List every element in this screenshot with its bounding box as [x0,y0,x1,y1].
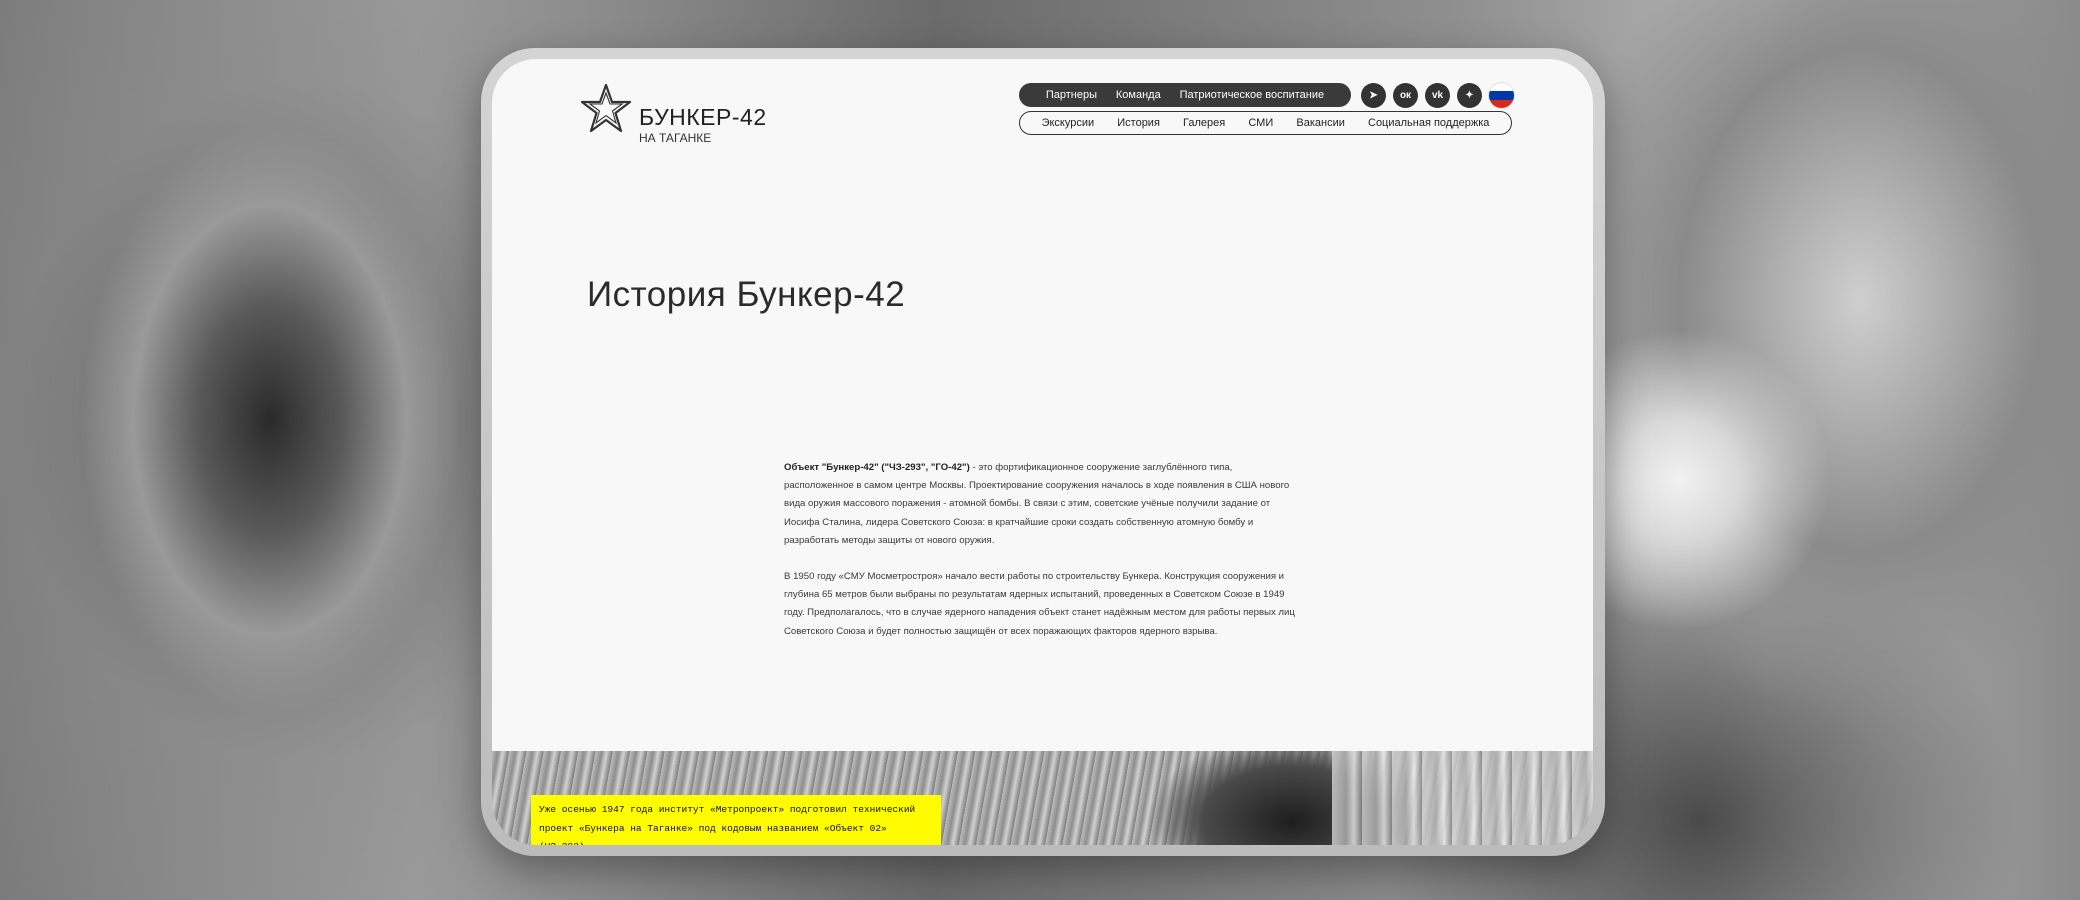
vk-icon[interactable]: vk [1425,83,1450,108]
photo-detail [1332,751,1593,845]
social-links: ➤ ок vk ✦ [1361,83,1514,108]
nav-social-support[interactable]: Социальная поддержка [1368,117,1489,129]
article-lead: Объект "Бункер-42" ("ЧЗ-293", "ГО-42") [784,462,970,473]
nav-media[interactable]: СМИ [1248,117,1273,129]
device-frame: БУНКЕР-42 НА ТАГАНКЕ Партнеры Команда Па… [481,48,1605,856]
bunker-photo-banner: Уже осенью 1947 года институт «Метропрое… [492,751,1593,845]
main-nav: Экскурсии История Галерея СМИ Вакансии С… [1019,111,1512,135]
article-paragraph: Объект "Бункер-42" ("ЧЗ-293", "ГО-42") -… [784,459,1304,550]
compass-icon[interactable]: ✦ [1457,83,1482,108]
article-lead-text: - это фортификационное сооружение заглуб… [784,462,1290,546]
website-viewport: БУНКЕР-42 НА ТАГАНКЕ Партнеры Команда Па… [492,59,1593,845]
nav-gallery[interactable]: Галерея [1183,117,1225,129]
nav-history[interactable]: История [1117,117,1160,129]
page-title: История Бункер-42 [587,275,906,314]
russian-flag-icon[interactable] [1489,83,1514,108]
star-logo-icon [580,83,632,133]
telegram-icon[interactable]: ➤ [1361,83,1386,108]
banner-caption: Уже осенью 1947 года институт «Метропрое… [531,795,941,845]
nav-team[interactable]: Команда [1116,89,1161,101]
article-paragraph: В 1950 году «СМУ Мосметростроя» начало в… [784,571,1295,637]
nav-excursions[interactable]: Экскурсии [1042,117,1095,129]
logo-subtitle: НА ТАГАНКЕ [639,131,712,145]
odnoklassniki-icon[interactable]: ок [1393,83,1418,108]
site-logo[interactable]: БУНКЕР-42 НА ТАГАНКЕ [580,83,770,145]
top-nav: Партнеры Команда Патриотическое воспитан… [1019,83,1351,107]
nav-partners[interactable]: Партнеры [1046,89,1097,101]
logo-title: БУНКЕР-42 [639,104,767,130]
nav-patriotic-education[interactable]: Патриотическое воспитание [1180,89,1325,101]
history-article: Объект "Бункер-42" ("ЧЗ-293", "ГО-42") -… [784,459,1304,659]
nav-vacancies[interactable]: Вакансии [1296,117,1345,129]
